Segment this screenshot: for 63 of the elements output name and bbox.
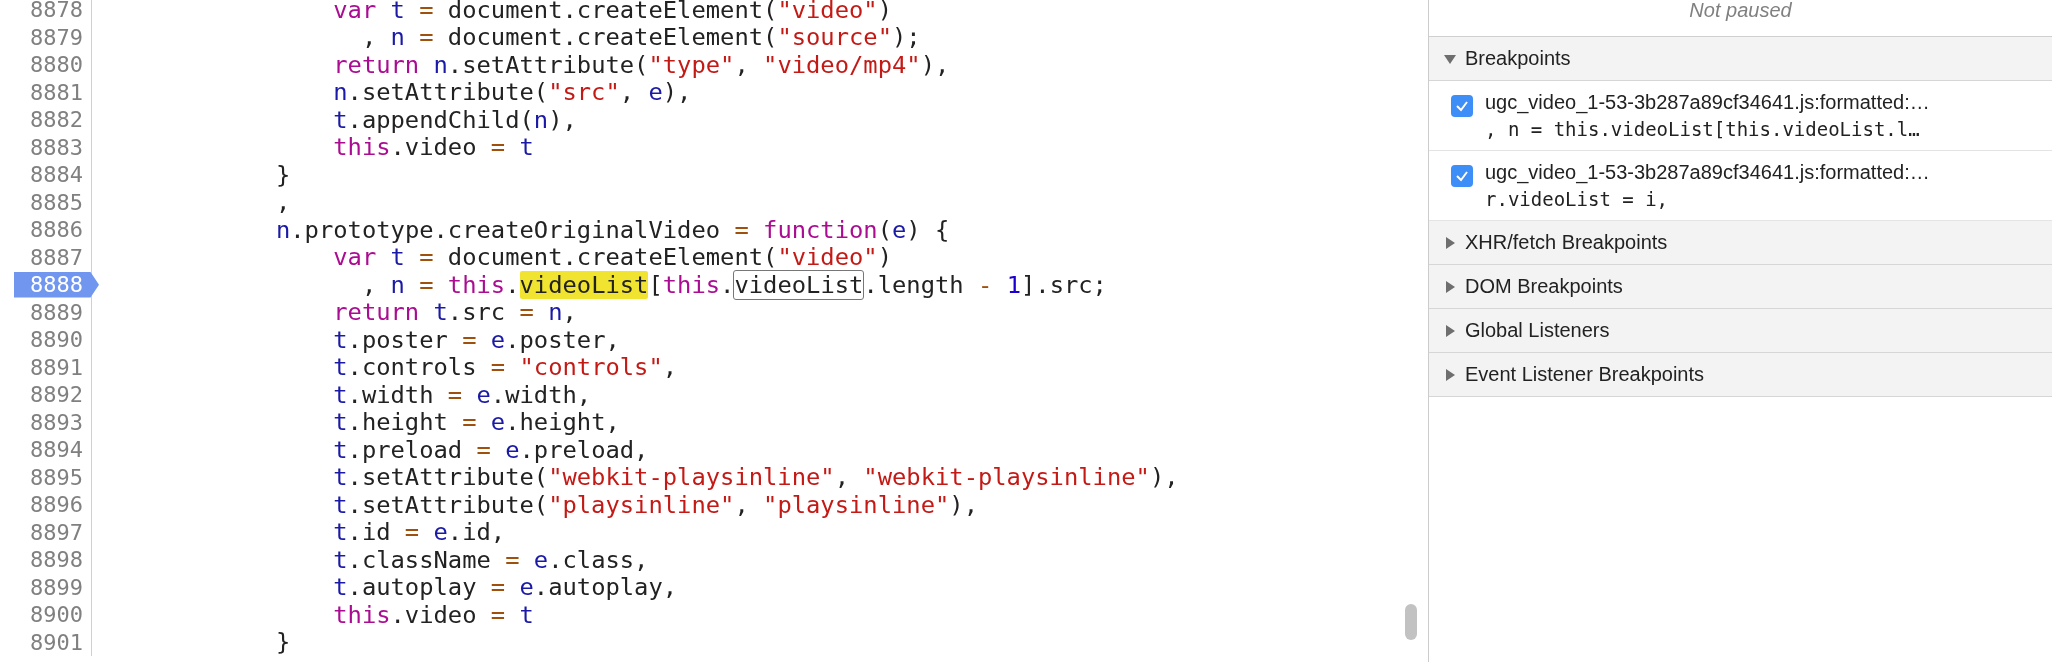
line-number[interactable]: 8897 (14, 519, 91, 545)
section-header[interactable]: Event Listener Breakpoints (1429, 353, 2052, 397)
section-header[interactable]: Global Listeners (1429, 309, 2052, 353)
triangle-right-icon (1443, 279, 1457, 294)
code-line: t.autoplay = e.autoplay, (332, 573, 678, 602)
breakpoint-code: , n = this.videoList[this.videoList.l… (1485, 118, 1921, 140)
line-number[interactable]: 8899 (14, 574, 91, 600)
breakpoint-location[interactable]: ugc_video_1-53-3b287a89cf34641.js:formatted:… (1485, 91, 1930, 114)
triangle-right-icon (1443, 323, 1457, 338)
line-number[interactable]: 8882 (14, 107, 91, 133)
code-line: t.appendChild(n), (332, 105, 577, 134)
section-header[interactable]: XHR/fetch Breakpoints (1429, 221, 2052, 265)
code-line: return t.src = n, (332, 298, 577, 327)
code-line: t.height = e.height, (332, 408, 620, 437)
line-number[interactable]: 8898 (14, 547, 91, 573)
line-number[interactable]: 8894 (14, 437, 91, 463)
line-number[interactable]: 8892 (14, 382, 91, 408)
triangle-right-icon (1443, 235, 1457, 250)
line-number[interactable]: 8881 (14, 79, 91, 105)
line-number[interactable]: 8883 (14, 134, 91, 160)
code-line: n.setAttribute("src", e), (332, 78, 692, 107)
code-line: n.prototype.createOriginalVideo = function(e) { (274, 215, 950, 244)
line-number[interactable]: 8895 (14, 464, 91, 490)
code-line: t.id = e.id, (332, 518, 506, 547)
checkbox[interactable] (1451, 165, 1473, 187)
code-line: this.video = t (332, 133, 534, 162)
line-number[interactable]: 8891 (14, 354, 91, 380)
line-number[interactable]: 8900 (14, 602, 91, 628)
code-line: } (274, 160, 291, 189)
line-number[interactable]: 8887 (14, 244, 91, 270)
line-number[interactable]: 8886 (14, 217, 91, 243)
line-number[interactable]: 8879 (14, 24, 91, 50)
line-number[interactable]: 8884 (14, 162, 91, 188)
breakpoint-code: r.videoList = i, (1485, 188, 1670, 210)
line-number[interactable]: 8901 (14, 629, 91, 655)
section-header[interactable]: DOM Breakpoints (1429, 265, 2052, 309)
code-line: t.preload = e.preload, (332, 435, 649, 464)
code-line: t.className = e.class, (332, 545, 649, 574)
line-number[interactable]: 8878 (14, 0, 91, 23)
code-line: t.width = e.width, (332, 380, 592, 409)
code-line: t.setAttribute("webkit-playsinline", "webkit-playsinline"), (332, 463, 1179, 492)
code-line: t.setAttribute("playsinline", "playsinline"), (332, 490, 978, 519)
triangle-right-icon (1443, 367, 1457, 382)
code-line: return n.setAttribute("type", "video/mp4"), (332, 50, 950, 79)
checkbox[interactable] (1451, 95, 1473, 117)
code-line: } (274, 628, 291, 657)
code-line: t.controls = "controls", (332, 353, 678, 382)
code-line: var t = document.createElement("video") (332, 0, 892, 24)
scrollbar-thumb[interactable] (1405, 604, 1417, 640)
line-number[interactable]: 8880 (14, 52, 91, 78)
line-number[interactable]: 8893 (14, 409, 91, 435)
line-number[interactable]: 8896 (14, 492, 91, 518)
line-number[interactable]: 8890 (14, 327, 91, 353)
code-line: , n = document.createElement("source"); (360, 23, 921, 52)
code-line: , (274, 188, 291, 217)
line-number[interactable]: 8889 (14, 299, 91, 325)
code-line: var t = document.createElement("video") (332, 243, 892, 272)
code-line: this.video = t (332, 600, 534, 629)
status-text: Not paused (1689, 0, 1792, 23)
breakpoint-location[interactable]: ugc_video_1-53-3b287a89cf34641.js:formatted:… (1485, 161, 1930, 184)
line-number[interactable]: 8885 (14, 189, 91, 215)
section-header[interactable]: Breakpoints (1429, 37, 2052, 81)
code-line: t.poster = e.poster, (332, 325, 620, 354)
